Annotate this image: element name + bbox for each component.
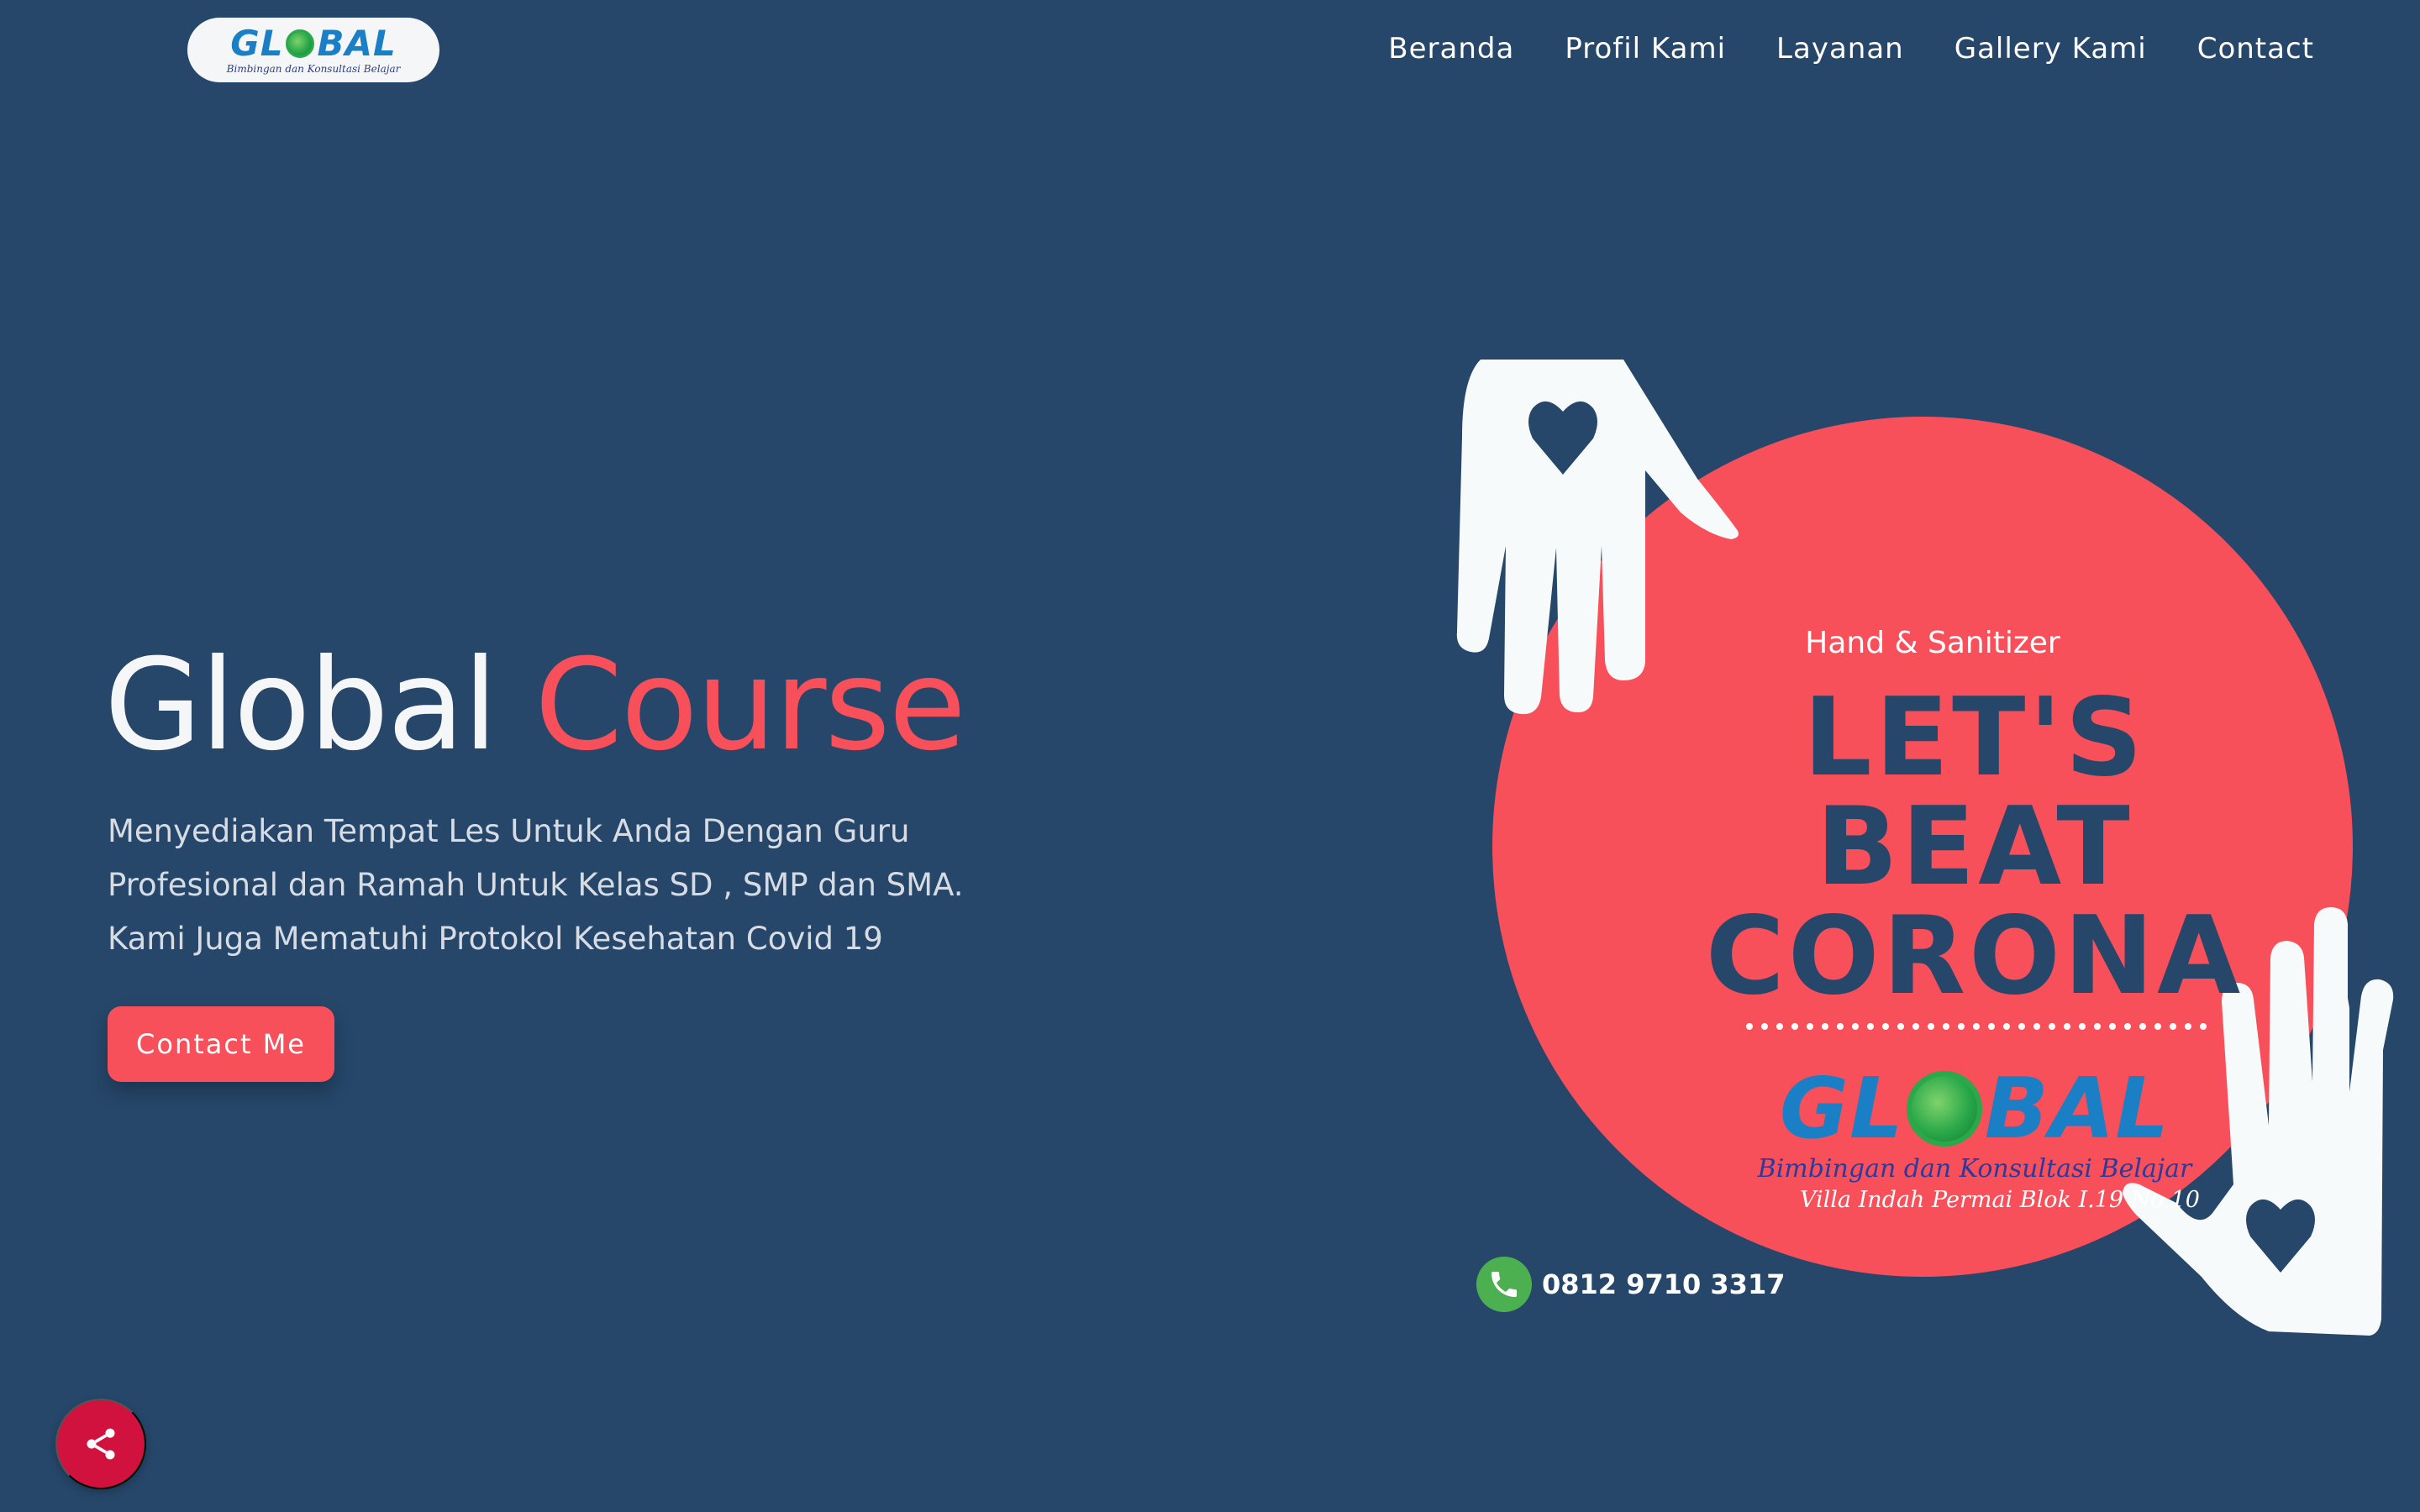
hero-title: Global Course: [104, 643, 966, 769]
globe-icon: [286, 29, 315, 58]
whatsapp-number: 0812 9710 3317: [1542, 1268, 1786, 1300]
hero-title-part2: Course: [534, 633, 966, 779]
corona-poster: Hand & Sanitizer LET'S BEAT CORONA GL BAL…: [1428, 336, 2420, 1361]
poster-subtitle: Hand & Sanitizer: [1805, 626, 2060, 660]
nav-link-profil-kami[interactable]: Profil Kami: [1565, 32, 1726, 66]
poster-slogan-line1: LET'S: [1803, 675, 2146, 801]
share-icon: [87, 1428, 115, 1460]
whatsapp-contact: 0812 9710 3317: [1476, 1257, 1785, 1312]
poster-slogan-line3: CORONA: [1705, 894, 2244, 1019]
nav-link-layanan[interactable]: Layanan: [1776, 32, 1904, 66]
nav-link-gallery-kami[interactable]: Gallery Kami: [1954, 32, 2147, 66]
logo-wordmark: GL BAL: [230, 22, 397, 64]
poster-slogan-line2: BEAT: [1816, 785, 2133, 910]
poster-logo: GL BAL Bimbingan dan Konsultasi Belajar: [1723, 1067, 2227, 1184]
contact-me-button[interactable]: Contact Me: [108, 1006, 334, 1082]
hero-title-part1: Global: [104, 633, 497, 779]
whatsapp-icon: [1476, 1257, 1532, 1312]
nav-link-contact[interactable]: Contact: [2197, 32, 2314, 66]
poster-logo-tagline: Bimbingan dan Konsultasi Belajar: [1757, 1154, 2192, 1184]
poster-logo-wordmark: GL BAL: [1779, 1059, 2170, 1158]
site-logo[interactable]: GL BAL Bimbingan dan Konsultasi Belajar: [187, 18, 439, 82]
logo-tagline: Bimbingan dan Konsultasi Belajar: [226, 62, 401, 75]
hero-description: Menyediakan Tempat Les Untuk Anda Dengan…: [108, 813, 964, 957]
main-nav: Beranda Profil Kami Layanan Gallery Kami…: [1388, 32, 2314, 66]
nav-link-beranda[interactable]: Beranda: [1388, 32, 1514, 66]
poster-address: Villa Indah Permai Blok I.19 No.10: [1800, 1187, 2200, 1213]
globe-icon: [1906, 1071, 1982, 1147]
share-button[interactable]: [55, 1399, 146, 1489]
